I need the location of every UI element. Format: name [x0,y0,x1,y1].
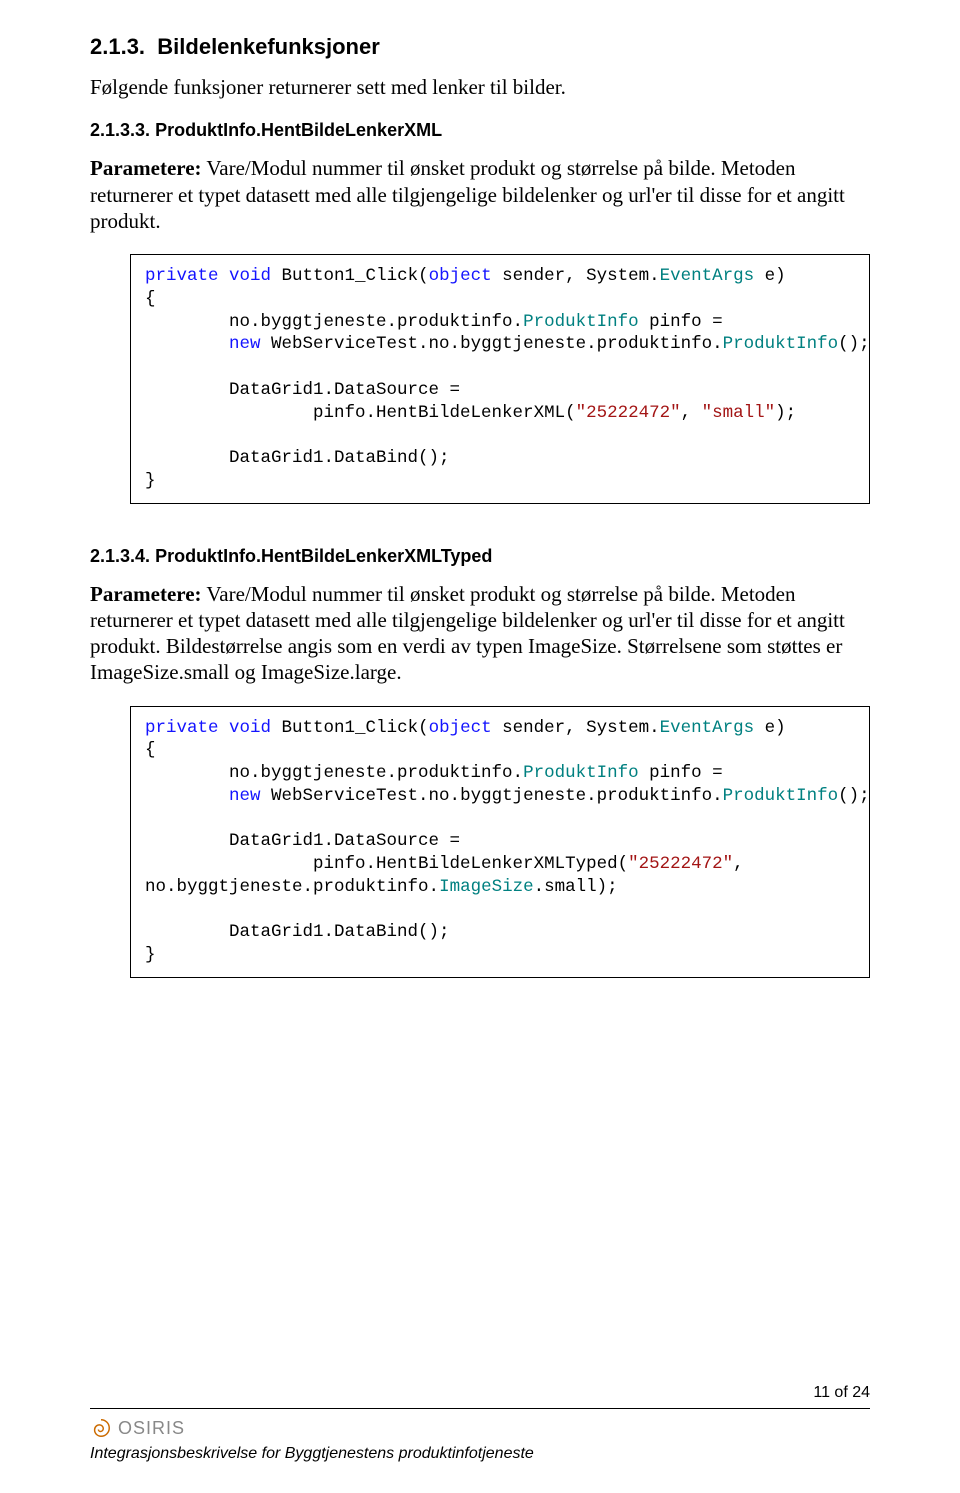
section-intro: Følgende funksjoner returnerer sett med … [90,74,870,100]
code-block-1: private void Button1_Click(object sender… [130,254,870,504]
heading-2-1-3-3: 2.1.3.3. ProduktInfo.HentBildeLenkerXML [90,120,870,141]
code: e) [754,266,786,286]
kw: void [229,266,271,286]
type: ProduktInfo [723,786,839,806]
code: Button1_Click( [271,266,429,286]
code: pinfo.HentBildeLenkerXMLTyped( [145,854,628,874]
code: } [145,471,156,491]
code: } [145,945,156,965]
param-label: Parametere: [90,582,202,606]
code: ); [775,403,796,423]
section-body: Parametere: Vare/Modul nummer til ønsket… [90,155,870,234]
code: DataGrid1.DataBind(); [145,448,450,468]
content: 2.1.3. Bildelenkefunksjoner Følgende fun… [90,30,870,1354]
section-body: Parametere: Vare/Modul nummer til ønsket… [90,581,870,686]
heading-number: 2.1.3.4. [90,546,150,566]
type: ProduktInfo [523,763,639,783]
code: (); [838,334,870,354]
type: ProduktInfo [523,312,639,332]
code: { [145,740,156,760]
kw: new [229,334,261,354]
code: DataGrid1.DataBind(); [145,922,450,942]
heading-number: 2.1.3. [90,34,145,59]
code: sender, System. [492,718,660,738]
code: WebServiceTest.no.byggtjeneste.produktin… [261,334,723,354]
footer-logo-line: OSIRIS [90,1417,870,1439]
type: ImageSize [439,877,534,897]
code [145,334,229,354]
kw: object [429,266,492,286]
code: no.byggtjeneste.produktinfo. [145,763,523,783]
type: ProduktInfo [723,334,839,354]
footer-divider [90,1408,870,1409]
heading-2-1-3: 2.1.3. Bildelenkefunksjoner [90,34,870,60]
code: { [145,289,156,309]
code: pinfo = [639,312,734,332]
osiris-logo: OSIRIS [90,1417,185,1439]
kw: private [145,266,219,286]
code: .small); [534,877,618,897]
code: DataGrid1.DataSource = [145,380,471,400]
type: EventArgs [660,266,755,286]
heading-title: ProduktInfo.HentBildeLenkerXML [155,120,442,140]
code: , [733,854,754,874]
code [145,786,229,806]
heading-2-1-3-4: 2.1.3.4. ProduktInfo.HentBildeLenkerXMLT… [90,546,870,567]
code: no.byggtjeneste.produktinfo. [145,877,439,897]
page-number: 11 of 24 [90,1384,870,1402]
kw: private [145,718,219,738]
code: no.byggtjeneste.produktinfo. [145,312,523,332]
code: pinfo.HentBildeLenkerXML( [145,403,576,423]
code: DataGrid1.DataSource = [145,831,471,851]
code: (); [838,786,870,806]
kw: object [429,718,492,738]
string: "small" [702,403,776,423]
logo-text: OSIRIS [118,1418,185,1439]
type: EventArgs [660,718,755,738]
code-block-2: private void Button1_Click(object sender… [130,706,870,978]
code: , [681,403,702,423]
kw: void [229,718,271,738]
kw: new [229,786,261,806]
param-label: Parametere: [90,156,202,180]
string: "25222472" [576,403,681,423]
heading-title: Bildelenkefunksjoner [157,34,380,59]
code: e) [754,718,786,738]
heading-number: 2.1.3.3. [90,120,150,140]
heading-title: ProduktInfo.HentBildeLenkerXMLTyped [155,546,492,566]
code: Button1_Click( [271,718,429,738]
code: pinfo = [639,763,734,783]
footer-tagline: Integrasjonsbeskrivelse for Byggtjeneste… [90,1445,870,1463]
footer: 11 of 24 OSIRIS Integrasjonsbeskrivelse … [90,1354,870,1463]
page: 2.1.3. Bildelenkefunksjoner Følgende fun… [0,0,960,1493]
string: "25222472" [628,854,733,874]
swirl-icon [90,1417,112,1439]
code: sender, System. [492,266,660,286]
code: WebServiceTest.no.byggtjeneste.produktin… [261,786,723,806]
